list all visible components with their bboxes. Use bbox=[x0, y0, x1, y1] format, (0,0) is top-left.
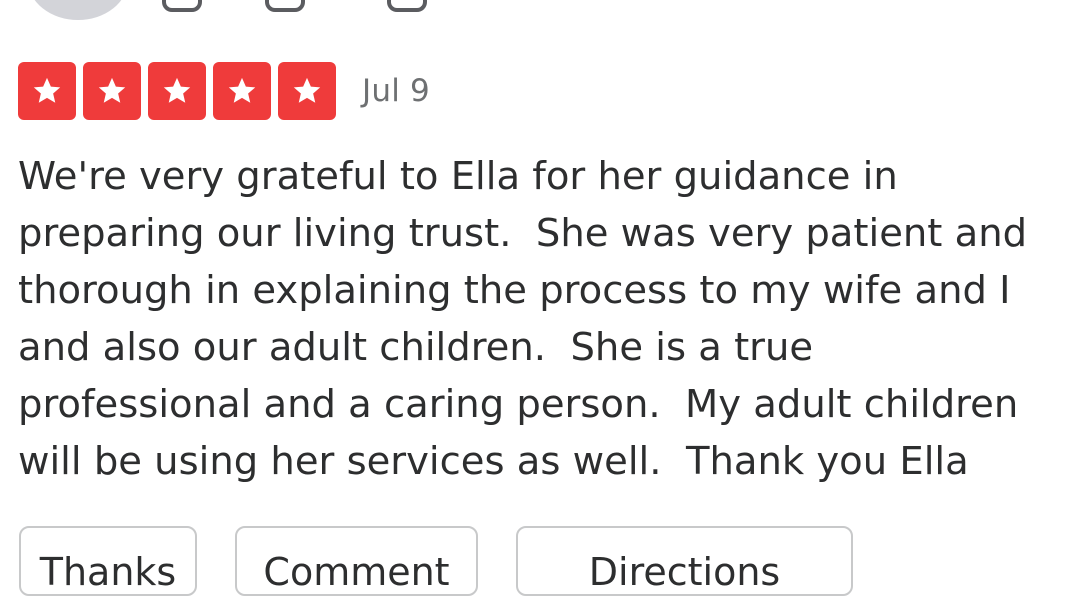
star-icon bbox=[163, 77, 191, 103]
review-text: We're very grateful to Ella for her guid… bbox=[18, 154, 1028, 484]
reviews-stat: 0 bbox=[387, 0, 456, 12]
thanks-button[interactable]: Thanks bbox=[19, 526, 197, 596]
star-1 bbox=[18, 62, 76, 120]
star-icon bbox=[228, 77, 256, 103]
star-icon bbox=[293, 77, 321, 103]
reviewer-stats: 0 13 0 bbox=[162, 0, 456, 12]
review-actions: Thanks Comment Directions bbox=[19, 526, 853, 596]
photos-icon bbox=[265, 0, 306, 12]
reviews-icon bbox=[387, 0, 428, 12]
friends-icon bbox=[162, 0, 202, 12]
reviewer-avatar[interactable] bbox=[28, 0, 128, 20]
star-icon bbox=[98, 77, 126, 103]
friends-stat: 0 bbox=[162, 0, 231, 12]
photos-stat: 13 bbox=[265, 0, 353, 12]
review-date: Jul 9 bbox=[362, 73, 430, 109]
rating-row: Jul 9 bbox=[18, 62, 430, 120]
comment-button[interactable]: Comment bbox=[235, 526, 478, 596]
directions-button[interactable]: Directions bbox=[516, 526, 853, 596]
star-icon bbox=[33, 77, 61, 103]
star-3 bbox=[148, 62, 206, 120]
star-rating bbox=[18, 62, 336, 120]
star-4 bbox=[213, 62, 271, 120]
star-5 bbox=[278, 62, 336, 120]
star-2 bbox=[83, 62, 141, 120]
